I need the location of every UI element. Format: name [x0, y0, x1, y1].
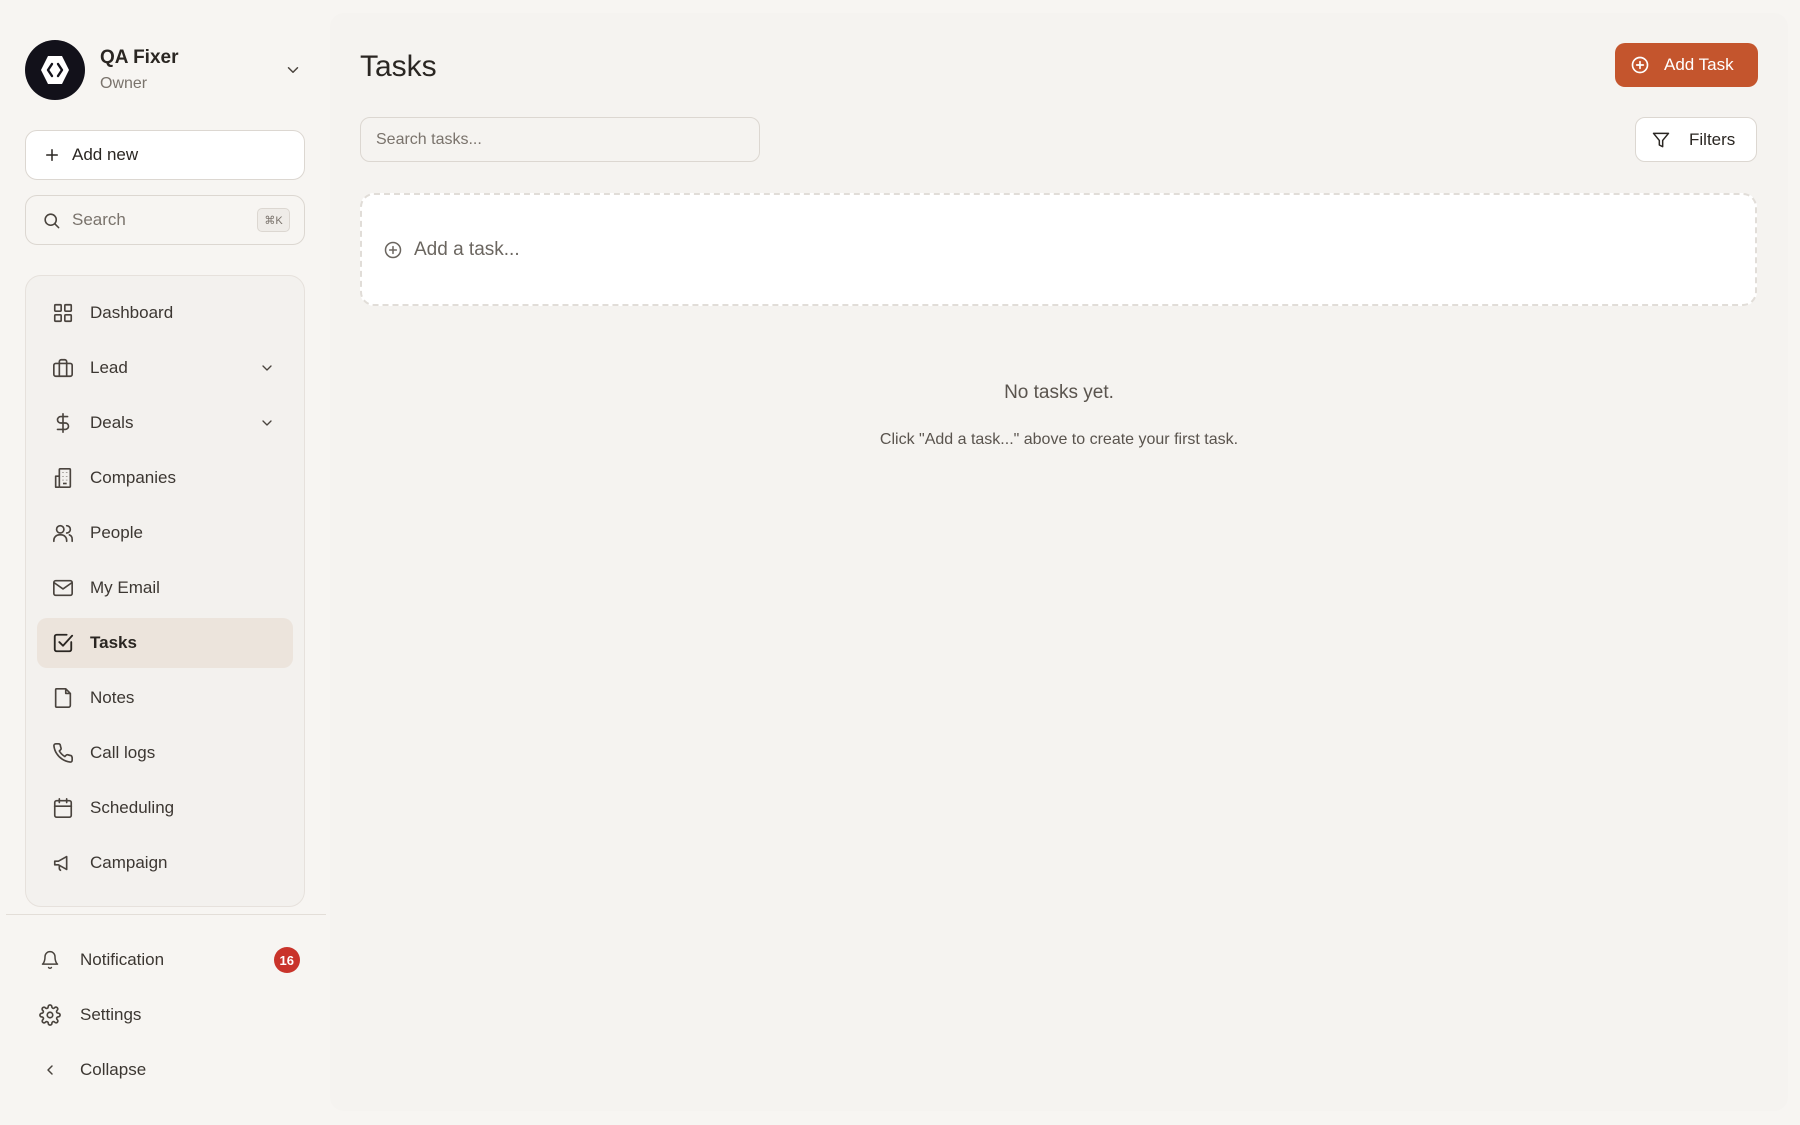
sidebar-item-companies[interactable]: Companies: [37, 453, 293, 503]
add-task-row-label: Add a task...: [414, 238, 520, 260]
settings-button[interactable]: Settings: [38, 995, 300, 1035]
sidebar-item-tasks[interactable]: Tasks: [37, 618, 293, 668]
add-task-button[interactable]: Add Task: [1615, 43, 1758, 87]
search-icon: [42, 210, 62, 230]
notification-label: Notification: [80, 950, 165, 969]
plus-icon: [42, 145, 62, 165]
briefcase-icon: [51, 356, 75, 380]
grid-icon: [51, 301, 75, 325]
task-search-input[interactable]: [360, 117, 760, 162]
sidebar-divider: [6, 914, 326, 915]
account-info: QA Fixer Owner: [100, 46, 281, 95]
phone-icon: [51, 741, 75, 765]
add-new-label: Add new: [72, 145, 139, 164]
sidebar-item-label: Scheduling: [90, 798, 175, 817]
sidebar-item-label: People: [90, 523, 143, 542]
notification-button[interactable]: Notification 16: [38, 940, 300, 980]
sidebar-item-label: Dashboard: [90, 303, 174, 322]
building-icon: [51, 466, 75, 490]
megaphone-icon: [51, 851, 75, 875]
account-switcher[interactable]: QA Fixer Owner: [25, 39, 305, 101]
sidebar-item-label: Call logs: [90, 743, 156, 762]
sidebar-item-campaign[interactable]: Campaign: [37, 838, 293, 888]
sidebar-item-dashboard[interactable]: Dashboard: [37, 288, 293, 338]
add-task-row[interactable]: Add a task...: [360, 193, 1757, 306]
sidebar-item-scheduling[interactable]: Scheduling: [37, 783, 293, 833]
empty-state-title: No tasks yet.: [1004, 382, 1114, 403]
main-panel: Tasks Add Task Filters Add a task... No …: [330, 13, 1788, 1111]
plus-circle-icon: [1629, 54, 1651, 76]
sidebar-search-label: Search: [72, 210, 126, 229]
dollar-icon: [51, 411, 75, 435]
search-shortcut-badge: ⌘K: [257, 208, 290, 232]
chevron-down-icon[interactable]: [281, 58, 305, 82]
settings-label: Settings: [80, 1005, 142, 1024]
mail-icon: [51, 576, 75, 600]
sidebar-item-label: Notes: [90, 688, 135, 707]
sidebar-item-lead[interactable]: Lead: [37, 343, 293, 393]
app-root: QA Fixer Owner Add new Search ⌘K Dashboa…: [0, 0, 1800, 1125]
avatar: [25, 40, 85, 100]
notification-count-badge: 16: [273, 947, 300, 973]
logo-icon: [41, 56, 69, 84]
note-icon: [51, 686, 75, 710]
collapse-button[interactable]: Collapse: [38, 1050, 300, 1090]
account-role: Owner: [100, 74, 148, 92]
add-new-button[interactable]: Add new: [25, 130, 305, 180]
collapse-label: Collapse: [80, 1060, 147, 1079]
plus-circle-icon: [382, 239, 404, 261]
gear-icon: [38, 1003, 62, 1027]
chevron-down-icon[interactable]: [257, 413, 277, 433]
sidebar-search[interactable]: Search ⌘K: [25, 195, 305, 245]
sidebar-item-label: Lead: [90, 358, 128, 377]
sidebar-item-label: Campaign: [90, 853, 168, 872]
sidebar-item-notes[interactable]: Notes: [37, 673, 293, 723]
page-title: Tasks: [360, 50, 437, 83]
empty-state-subtitle: Click "Add a task..." above to create yo…: [879, 431, 1239, 448]
chevron-left-icon: [38, 1058, 62, 1082]
sidebar-item-label: Companies: [90, 468, 176, 487]
filters-label: Filters: [1689, 129, 1736, 149]
sidebar-item-label: Tasks: [90, 633, 137, 652]
filters-button[interactable]: Filters: [1635, 117, 1757, 162]
account-name: QA Fixer: [100, 46, 179, 68]
sidebar-item-label: My Email: [90, 578, 160, 597]
sidebar-item-my-email[interactable]: My Email: [37, 563, 293, 613]
bell-icon: [38, 948, 62, 972]
sidebar-item-call-logs[interactable]: Call logs: [37, 728, 293, 778]
users-icon: [51, 521, 75, 545]
sidebar-item-people[interactable]: People: [37, 508, 293, 558]
calendar-icon: [51, 796, 75, 820]
sidebar: QA Fixer Owner Add new Search ⌘K Dashboa…: [0, 0, 330, 1125]
add-task-label: Add Task: [1664, 55, 1734, 74]
filter-icon: [1650, 129, 1672, 151]
sidebar-item-deals[interactable]: Deals: [37, 398, 293, 448]
chevron-down-icon[interactable]: [257, 358, 277, 378]
sidebar-nav: Dashboard Lead Deals Companies People My…: [25, 275, 305, 907]
check-square-icon: [51, 631, 75, 655]
sidebar-item-label: Deals: [90, 413, 134, 432]
